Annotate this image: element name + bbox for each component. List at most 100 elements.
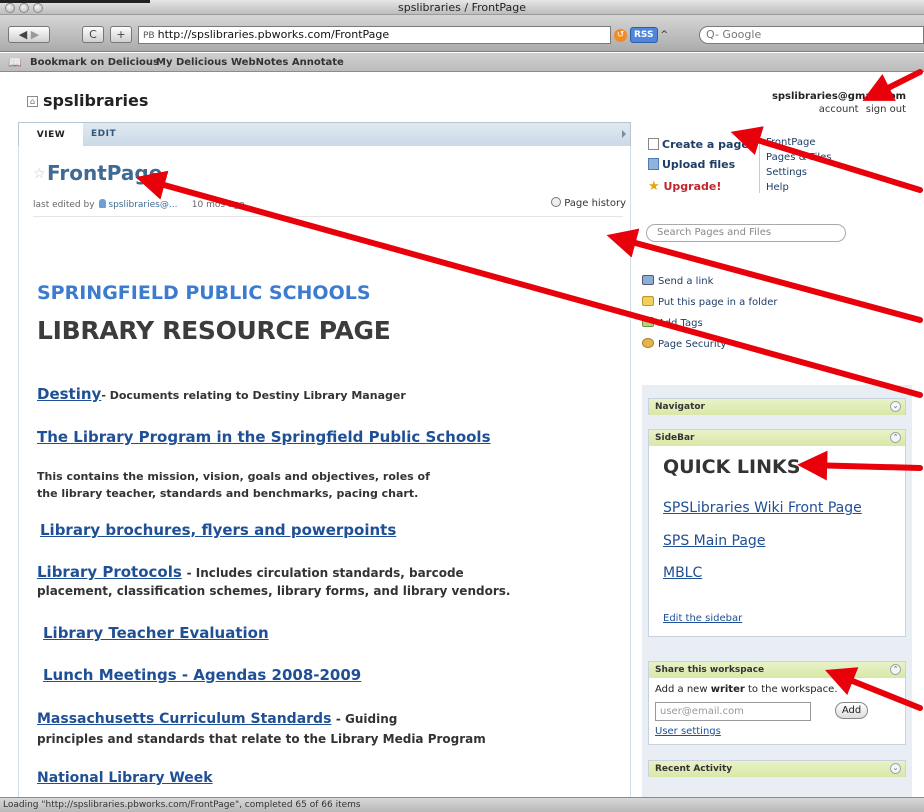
library-program-desc-2: the library teacher, standards and bench… [37,487,419,500]
recent-activity-header[interactable]: Recent Activity ⌄ [649,761,905,777]
library-week-link[interactable]: National Library Week [37,770,213,786]
last-edited-prefix: last edited by [33,200,95,210]
share-instructions: Add a new writer to the workspace. [655,684,838,695]
upload-icon [648,158,659,170]
destiny-desc: - Documents relating to Destiny Library … [101,389,406,402]
user-settings-link[interactable]: User settings [655,726,721,737]
bookmark-webnotes[interactable]: WebNotes Annotate [231,57,344,68]
sign-out-link[interactable]: sign out [866,104,906,115]
share-title: Share this workspace [655,665,765,675]
upgrade-star-icon: ★ [648,179,660,194]
address-text: http://spslibraries.pbworks.com/FrontPag… [157,28,390,41]
protocols-desc: - Includes circulation standards, barcod… [186,566,464,580]
google-search-input[interactable]: Q- Google [699,26,924,44]
lunch-meetings-link[interactable]: Lunch Meetings - Agendas 2008-2009 [43,666,361,684]
share-text-post: to the workspace. [744,684,838,695]
wiki-front-page-link[interactable]: SPSLibraries Wiki Front Page [663,500,862,516]
window-titlebar: spslibraries / FrontPage [0,0,924,15]
upload-files-label: Upload files [662,158,736,171]
account-link[interactable]: account [819,104,859,115]
sidebar-box: SideBar ⌃ QUICK LINKS SPSLibraries Wiki F… [648,429,906,637]
last-edited-time: 10 mos ago [191,200,245,210]
page-title: FrontPage [47,161,163,185]
share-text-pre: Add a new [655,684,711,695]
brochures-link[interactable]: Library brochures, flyers and powerpoint… [40,521,396,539]
bookmarks-bar: 📖 Bookmark on Delicious My Delicious Web… [0,53,924,72]
address-bar[interactable]: PB http://spslibraries.pbworks.com/FrontP… [138,26,611,44]
upgrade-button[interactable]: ★ Upgrade! [648,179,721,194]
chevron-down-icon[interactable]: ⌄ [890,763,901,774]
web-page: ⌂ spslibraries spslibraries@gmail.com ac… [0,73,924,797]
list-item: Massachusetts Curriculum Standards - Gui… [37,711,397,727]
add-tags-button[interactable]: Add Tags [642,317,703,329]
protocols-link[interactable]: Library Protocols [37,563,182,581]
bookmark-delicious[interactable]: Bookmark on Delicious [30,57,159,68]
star-icon[interactable]: ☆ [33,166,46,182]
mblc-link[interactable]: MBLC [663,565,702,581]
divider [759,129,760,193]
back-forward-button[interactable]: ◀ ▶ [8,26,50,43]
recent-activity-box: Recent Activity ⌄ [648,760,906,777]
list-item: Destiny- Documents relating to Destiny L… [37,385,406,403]
list-item: Library Protocols - Includes circulation… [37,563,464,581]
chevron-up-icon[interactable]: ⌃ [890,664,901,675]
curriculum-standards-link[interactable]: Massachusetts Curriculum Standards [37,711,331,727]
book-icon[interactable]: 📖 [8,56,22,69]
nav-frontpage-link[interactable]: FrontPage [766,137,816,148]
library-program-link[interactable]: The Library Program in the Springfield P… [37,428,491,446]
reload-button[interactable]: C [82,26,104,43]
school-heading: SPRINGFIELD PUBLIC SCHOOLS [37,282,371,304]
home-icon[interactable]: ⌂ [27,96,38,107]
sidebar-header[interactable]: SideBar ⌃ [649,430,905,446]
chevron-down-icon[interactable]: ⌄ [890,401,901,412]
share-workspace-box: Share this workspace ⌃ Add a new writer t… [648,661,906,745]
sps-main-page-link[interactable]: SPS Main Page [663,533,765,549]
folder-icon [642,296,654,306]
upgrade-label: Upgrade! [663,180,722,193]
clock-icon [551,197,562,207]
send-link-button[interactable]: Send a link [642,275,713,287]
recent-activity-label: Recent Activity [655,764,733,774]
put-in-folder-button[interactable]: Put this page in a folder [642,296,778,308]
destiny-link[interactable]: Destiny [37,385,101,403]
invite-email-input[interactable]: user@email.com [655,702,811,721]
last-edited-user[interactable]: spslibraries@... [108,200,177,210]
tab-view[interactable]: VIEW [19,123,83,147]
user-links: account sign out [815,104,906,115]
bookmark-my-delicious[interactable]: My Delicious [156,57,227,68]
rss-area[interactable]: ↺ RSS ^ [614,27,668,43]
search-pages-input[interactable]: Search Pages and Files [646,224,846,242]
page-tabs: VIEW EDIT [18,122,631,147]
create-page-button[interactable]: Create a page [648,138,749,151]
chevron-up-icon[interactable]: ⌃ [890,432,901,443]
snapback-icon[interactable]: ↺ [614,28,627,42]
page-history-link[interactable]: Page history [551,197,626,209]
navigator-label: Navigator [655,402,705,412]
nav-help-link[interactable]: Help [766,182,789,193]
nav-settings-link[interactable]: Settings [766,167,807,178]
tab-edit[interactable]: EDIT [91,123,116,147]
library-program-desc-1: This contains the mission, vision, goals… [37,470,430,483]
browser-toolbar: ◀ ▶ C + PB http://spslibraries.pbworks.co… [0,15,924,52]
teacher-evaluation-link[interactable]: Library Teacher Evaluation [43,624,269,642]
list-item: Library Teacher Evaluation [43,624,269,642]
nav-pages-files-link[interactable]: Pages & Files [766,152,832,163]
new-page-icon [648,138,659,150]
tag-icon [642,317,654,327]
upload-files-button[interactable]: Upload files [648,158,735,171]
expand-arrow-icon[interactable] [622,130,626,138]
create-page-label: Create a page [662,138,749,151]
rss-button[interactable]: RSS [630,27,658,43]
add-writer-button[interactable]: Add [835,702,868,719]
site-name[interactable]: spslibraries [43,91,148,110]
navigator-header[interactable]: Navigator ⌄ [649,399,905,415]
share-header[interactable]: Share this workspace ⌃ [649,662,905,678]
user-icon [99,199,107,208]
user-email: spslibraries@gmail.com [771,91,906,102]
sidebar-panel: Navigator ⌄ SideBar ⌃ QUICK LINKS SPSLibra… [642,385,912,797]
edit-sidebar-link[interactable]: Edit the sidebar [663,613,742,624]
page-security-button[interactable]: Page Security [642,338,726,350]
curriculum-desc: - Guiding [335,712,398,726]
add-tags-label: Add Tags [658,318,703,329]
add-bookmark-button[interactable]: + [110,26,132,43]
